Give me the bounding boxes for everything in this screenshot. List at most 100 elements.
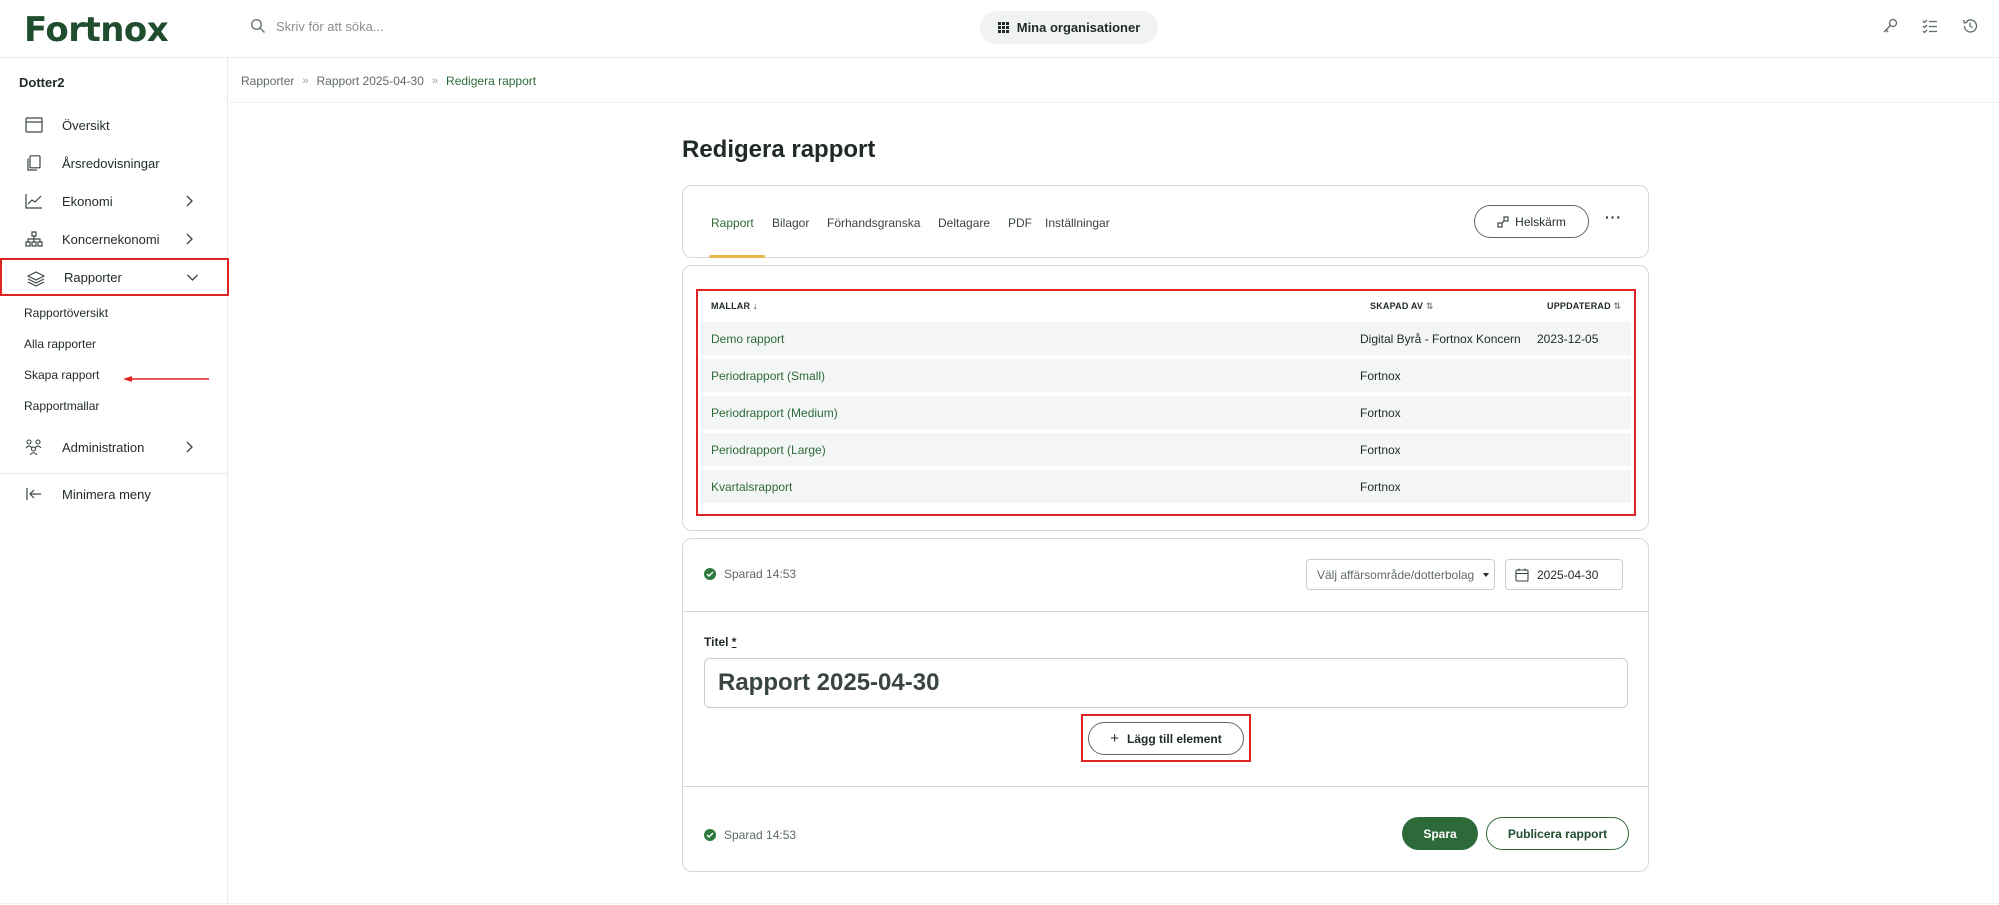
sort-down-icon: ↓ bbox=[752, 301, 758, 311]
top-bar: Fortnox Skriv för att söka... Mina organ… bbox=[0, 0, 1999, 58]
date-picker[interactable]: 2025-04-30 bbox=[1505, 559, 1623, 590]
table-row[interactable]: Demo rapport Digital Byrå - Fortnox Konc… bbox=[701, 322, 1631, 355]
tab-forhandsgranska[interactable]: Förhandsgranska bbox=[827, 216, 920, 230]
sidebar-subitem-rapportmallar[interactable]: Rapportmallar bbox=[24, 399, 99, 413]
title-input[interactable]: Rapport 2025-04-30 bbox=[704, 658, 1628, 708]
template-name[interactable]: Kvartalsrapport bbox=[711, 480, 792, 494]
template-created-by: Fortnox bbox=[1360, 406, 1401, 420]
sidebar-item-ekonomi[interactable]: Ekonomi bbox=[0, 182, 228, 220]
grid-icon bbox=[997, 22, 1009, 33]
template-name[interactable]: Periodrapport (Small) bbox=[711, 369, 825, 383]
minimize-menu-button[interactable]: Minimera meny bbox=[0, 475, 228, 513]
title-label-text: Titel bbox=[704, 635, 729, 649]
chevron-right-icon bbox=[186, 233, 193, 245]
key-icon[interactable] bbox=[1881, 17, 1899, 35]
sidebar-subitem-alla-rapporter[interactable]: Alla rapporter bbox=[24, 337, 96, 351]
column-header-skapad-av[interactable]: SKAPAD AV ⇅ bbox=[1370, 301, 1434, 312]
templates-table: MALLAR ↓ SKAPAD AV ⇅ UPPDATERAD ⇅ Demo r… bbox=[696, 289, 1636, 516]
sidebar-item-rapporter[interactable]: Rapporter bbox=[0, 258, 229, 296]
breadcrumb-item-rapporter[interactable]: Rapporter bbox=[241, 74, 294, 88]
tab-installningar[interactable]: Inställningar bbox=[1045, 216, 1110, 230]
add-element-button[interactable]: + Lägg till element bbox=[1088, 722, 1244, 755]
table-row[interactable]: Periodrapport (Medium) Fortnox bbox=[701, 396, 1631, 429]
template-created-by: Fortnox bbox=[1360, 369, 1401, 383]
check-circle-icon bbox=[704, 829, 716, 841]
template-name[interactable]: Demo rapport bbox=[711, 332, 784, 346]
layers-icon bbox=[27, 271, 45, 287]
documents-icon bbox=[27, 155, 41, 171]
section-divider bbox=[683, 786, 1648, 787]
editor-card: Sparad 14:53 Välj affärsområde/dotterbol… bbox=[682, 538, 1649, 872]
saved-status-text: Sparad 14:53 bbox=[724, 828, 797, 842]
column-header-mallar[interactable]: MALLAR ↓ bbox=[711, 301, 758, 311]
breadcrumb-separator-icon: » bbox=[302, 75, 309, 87]
breadcrumb-item-rapport[interactable]: Rapport 2025-04-30 bbox=[317, 74, 424, 88]
caret-down-icon bbox=[1483, 573, 1489, 577]
footer-divider bbox=[0, 903, 1999, 904]
sidebar-item-administration[interactable]: Administration bbox=[0, 428, 228, 466]
saved-status: Sparad 14:53 bbox=[704, 567, 796, 581]
breadcrumb-separator-icon: » bbox=[431, 75, 439, 87]
header-label: SKAPAD AV bbox=[1370, 301, 1424, 311]
sidebar-item-arsredovisningar[interactable]: Årsredovisningar bbox=[0, 144, 228, 182]
page-title: Redigera rapport bbox=[682, 136, 876, 163]
fortnox-logo[interactable]: Fortnox bbox=[24, 10, 169, 50]
tab-deltagare[interactable]: Deltagare bbox=[938, 216, 990, 230]
fullscreen-label: Helskärm bbox=[1515, 214, 1566, 229]
template-updated: 2023-12-05 bbox=[1537, 332, 1599, 346]
saved-status-bottom: Sparad 14:53 bbox=[704, 828, 796, 842]
sidebar-subitem-skapa-rapport[interactable]: Skapa rapport bbox=[24, 368, 99, 382]
column-header-uppdaterad[interactable]: UPPDATERAD ⇅ bbox=[1547, 301, 1621, 312]
sidebar: Dotter2 Översikt Årsredovisningar Ekonom… bbox=[0, 58, 229, 905]
sidebar-item-oversikt[interactable]: Översikt bbox=[0, 106, 228, 144]
fullscreen-button[interactable]: Helskärm bbox=[1474, 205, 1589, 238]
sort-both-icon: ⇅ bbox=[1425, 301, 1434, 311]
breadcrumb-divider bbox=[229, 102, 1999, 103]
table-row[interactable]: Periodrapport (Large) Fortnox bbox=[701, 433, 1631, 466]
sidebar-item-koncernekonomi[interactable]: Koncernekonomi bbox=[0, 220, 228, 258]
checklist-icon[interactable] bbox=[1921, 17, 1939, 35]
search-icon bbox=[250, 18, 265, 33]
header-label: MALLAR bbox=[711, 301, 751, 311]
plus-icon: + bbox=[1110, 730, 1120, 747]
organization-name: Dotter2 bbox=[19, 75, 65, 90]
add-element-highlight: + Lägg till element bbox=[1081, 714, 1251, 762]
line-chart-icon bbox=[25, 194, 42, 209]
check-circle-icon bbox=[704, 568, 716, 580]
my-organizations-button[interactable]: Mina organisationer bbox=[980, 11, 1158, 44]
search-placeholder[interactable]: Skriv för att söka... bbox=[276, 19, 384, 34]
sort-both-icon: ⇅ bbox=[1613, 301, 1622, 311]
history-icon[interactable] bbox=[1961, 17, 1979, 35]
date-value: 2025-04-30 bbox=[1537, 567, 1599, 582]
template-name[interactable]: Periodrapport (Large) bbox=[711, 443, 826, 457]
calendar-icon bbox=[1515, 568, 1529, 582]
expand-icon bbox=[1497, 215, 1509, 228]
table-row[interactable]: Kvartalsrapport Fortnox bbox=[701, 470, 1631, 503]
collapse-left-icon bbox=[26, 488, 41, 500]
top-right-icons bbox=[1881, 17, 1979, 35]
calendar-window-icon bbox=[25, 117, 43, 133]
more-options-button[interactable]: ··· bbox=[1605, 209, 1622, 225]
minimize-menu-label: Minimera meny bbox=[62, 486, 151, 502]
search-field[interactable]: Skriv för att söka... bbox=[250, 18, 384, 34]
business-area-select[interactable]: Välj affärsområde/dotterbolag bbox=[1306, 559, 1495, 590]
sidebar-divider bbox=[0, 473, 228, 474]
table-row[interactable]: Periodrapport (Small) Fortnox bbox=[701, 359, 1631, 392]
templates-card: MALLAR ↓ SKAPAD AV ⇅ UPPDATERAD ⇅ Demo r… bbox=[682, 265, 1649, 531]
tab-bilagor[interactable]: Bilagor bbox=[772, 216, 809, 230]
sidebar-subitem-rapportoversikt[interactable]: Rapportöversikt bbox=[24, 306, 108, 320]
annotation-arrow bbox=[123, 376, 209, 382]
chevron-down-icon bbox=[187, 274, 198, 281]
sidebar-item-label: Rapporter bbox=[64, 269, 122, 285]
template-created-by: Digital Byrå - Fortnox Koncern bbox=[1360, 332, 1521, 346]
sidebar-item-label: Administration bbox=[62, 439, 145, 455]
template-created-by: Fortnox bbox=[1360, 480, 1401, 494]
tab-rapport[interactable]: Rapport bbox=[711, 216, 754, 230]
save-button[interactable]: Spara bbox=[1402, 817, 1478, 850]
sidebar-item-label: Årsredovisningar bbox=[62, 155, 160, 171]
publish-report-button[interactable]: Publicera rapport bbox=[1486, 817, 1629, 850]
tab-pdf[interactable]: PDF bbox=[1008, 216, 1032, 230]
saved-status-text: Sparad 14:53 bbox=[724, 567, 797, 581]
breadcrumb-item-current: Redigera rapport bbox=[446, 74, 537, 88]
template-name[interactable]: Periodrapport (Medium) bbox=[711, 406, 838, 420]
